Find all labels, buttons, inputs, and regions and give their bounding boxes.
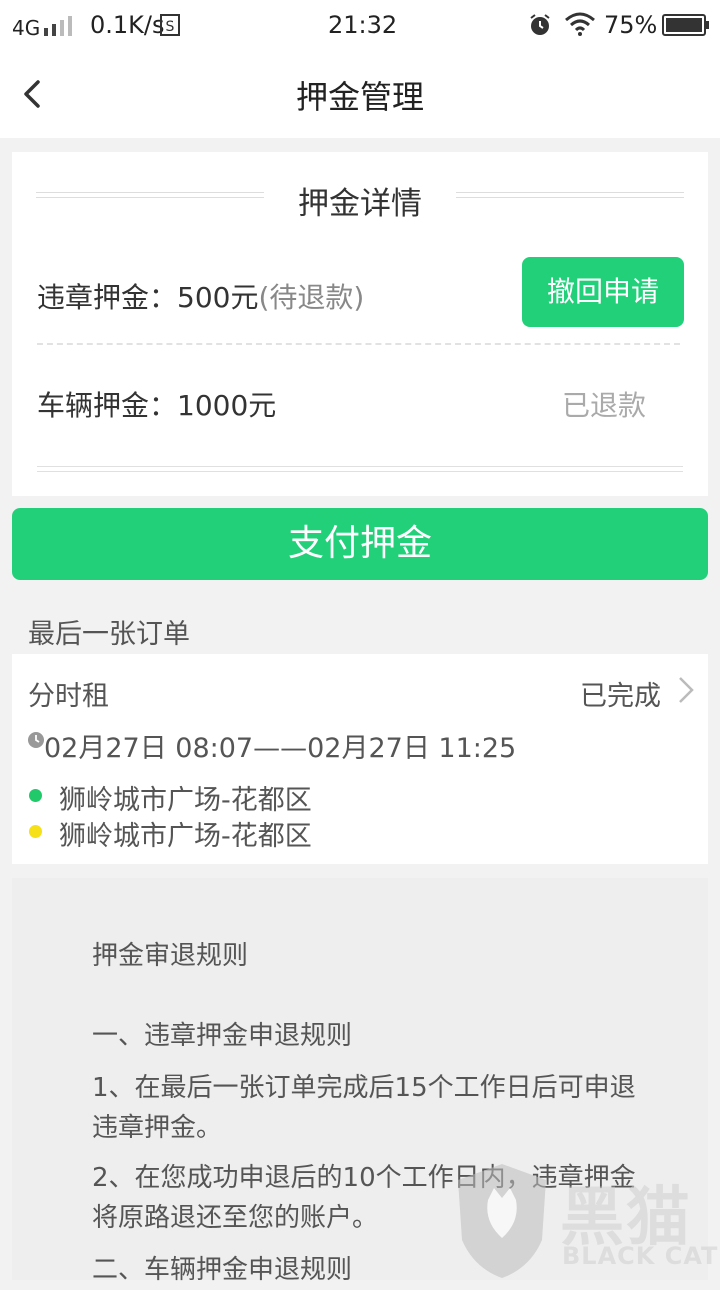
order-time-range: 02月27日 08:07——02月27日 11:25: [44, 733, 517, 764]
nav-bar: 押金管理: [0, 50, 720, 138]
rules-title: 押金审退规则: [92, 941, 249, 971]
network-speed: 0.1K/s: [90, 11, 165, 39]
sim-icon: S: [160, 14, 180, 36]
violation-deposit-row: 违章押金：500元(待退款): [37, 276, 364, 316]
wifi-icon: [565, 12, 595, 36]
cat-shield-icon: [458, 1164, 546, 1278]
deposit-details-card: 押金详情 违章押金：500元(待退款) 撤回申请 车辆押金：1000元 已退款: [12, 152, 708, 496]
end-location: 狮岭城市广场-花都区: [59, 821, 312, 852]
alarm-icon: [530, 14, 550, 35]
battery-icon: [662, 14, 709, 36]
battery-percent: 75%: [604, 11, 658, 39]
last-order-heading: 最后一张订单: [28, 619, 190, 650]
revoke-application-button[interactable]: 撤回申请: [522, 257, 684, 327]
vehicle-deposit-label: 车辆押金：1000元: [37, 389, 277, 422]
vehicle-deposit-status: 已退款: [562, 389, 647, 422]
violation-rule-1: 1、在最后一张订单完成后15个工作日后可申退违章押金。: [92, 1073, 636, 1143]
order-status: 已完成: [580, 681, 661, 712]
violation-deposit-label: 违章押金：500元: [37, 281, 259, 314]
start-location-dot: [29, 789, 42, 802]
status-bar: 4G 0.1K/s S 21:32 75%: [0, 0, 720, 50]
signal-icon: [44, 16, 72, 36]
order-type: 分时租: [28, 681, 109, 712]
end-location-dot: [29, 825, 42, 838]
chevron-right-icon: [679, 677, 694, 703]
title-divider-right: [456, 192, 684, 198]
watermark-en: BLACK CAT: [562, 1242, 719, 1270]
clock-icon: [28, 732, 44, 748]
page-title: 押金管理: [295, 78, 424, 116]
black-cat-watermark: 黑猫 BLACK CAT: [450, 1160, 720, 1280]
pay-deposit-button[interactable]: 支付押金: [12, 508, 708, 580]
card-bottom-divider: [37, 466, 683, 472]
last-order-card[interactable]: 分时租 已完成 02月27日 08:07——02月27日 11:25 狮岭城市广…: [12, 654, 708, 864]
clock-time: 21:32: [328, 11, 398, 39]
violation-deposit-status: (待退款): [258, 281, 365, 314]
svg-text:S: S: [166, 19, 175, 35]
row-divider: [37, 343, 680, 345]
violation-rules-heading: 一、违章押金申退规则: [92, 1021, 353, 1051]
section-title: 押金详情: [298, 186, 422, 222]
start-location: 狮岭城市广场-花都区: [59, 785, 312, 816]
network-type: 4G: [12, 16, 41, 40]
